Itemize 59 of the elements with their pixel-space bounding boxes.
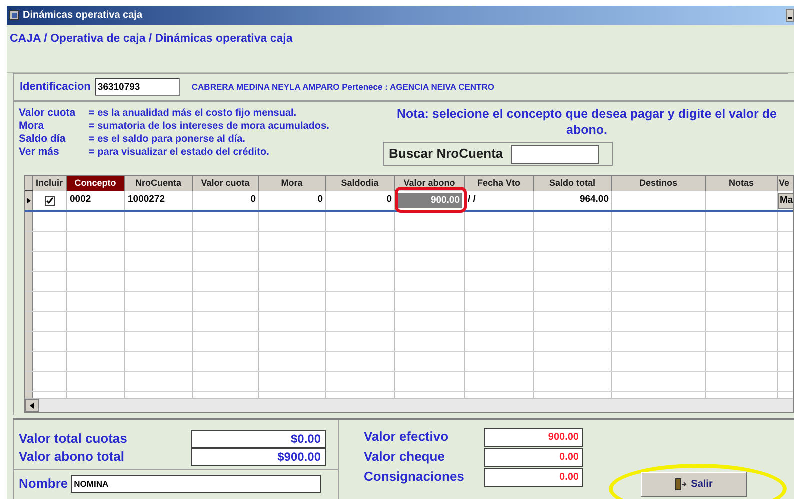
column-header[interactable]: Mora [259, 176, 326, 191]
client-info: CABRERA MEDINA NEYLA AMPARO Pertenece : AGENCIA NEIVA CENTRO [192, 80, 494, 94]
column-header[interactable]: Fecha Vto [465, 176, 534, 191]
legend-definition: = es la anualidad más el costo fijo mensual. [89, 107, 297, 121]
grid-cell-text: 0 [318, 193, 323, 208]
identification-field[interactable]: 36310793 [94, 78, 180, 96]
view-more-button[interactable]: Ma [778, 192, 793, 208]
minimize-button[interactable] [786, 9, 794, 22]
grid-cell-text: 964.00 [580, 193, 609, 208]
legend-term: Mora [19, 118, 46, 134]
exit-door-icon [675, 478, 688, 491]
total-label: Valor total cuotas [19, 430, 128, 448]
payment-label: Consignaciones [364, 468, 466, 486]
legend-term: Valor cuota [19, 106, 77, 121]
column-header[interactable]: Notas [706, 176, 778, 191]
legend-term: Saldo día [19, 132, 67, 147]
left-arrow-icon [30, 402, 34, 408]
column-header[interactable]: Saldo total [534, 176, 612, 191]
payment-field[interactable]: 900.00 [484, 428, 583, 446]
horizontal-scrollbar[interactable] [25, 398, 793, 412]
grid-cell-text: / / [468, 193, 476, 208]
legend-definition: = sumatoria de los intereses de mora acumulados. [89, 120, 330, 134]
grid-cell-text: 0002 [70, 193, 92, 208]
scroll-left-button[interactable] [25, 399, 39, 412]
column-header[interactable]: Saldodia [326, 176, 395, 191]
column-header[interactable]: Incluir [33, 176, 67, 191]
column-header[interactable]: Valor cuota [193, 176, 259, 191]
grid-cell-text: 0 [386, 193, 392, 208]
payment-label: Valor cheque [364, 448, 446, 466]
grid-cell-text: 0 [250, 193, 256, 208]
legend-definition: = para visualizar el estado del crédito. [89, 146, 270, 160]
note-text: abono. [566, 122, 608, 138]
note-text: Nota: selecione el concepto que desea pagar y digite el valor de [397, 106, 777, 122]
payment-field[interactable]: 0.00 [484, 468, 583, 486]
window-app-icon [9, 10, 20, 21]
total-value: $900.00 [191, 448, 326, 466]
search-label: Buscar NroCuenta [389, 145, 504, 164]
column-header[interactable]: Destinos [612, 176, 706, 191]
name-field[interactable]: NOMINA [71, 474, 322, 493]
legend-definition: = es el saldo para ponerse al día. [89, 133, 246, 147]
row-selector[interactable] [25, 191, 33, 210]
total-label: Valor abono total [19, 448, 126, 466]
highlight-annotation [395, 187, 467, 213]
breadcrumb: CAJA / Operativa de caja / Dinámicas operativa caja [10, 33, 293, 45]
grid-cell-field[interactable]: 900.00 [397, 193, 462, 208]
payment-field[interactable]: 0.00 [484, 448, 583, 466]
total-value: $0.00 [191, 430, 326, 448]
payment-label: Valor efectivo [364, 428, 450, 446]
column-header[interactable]: Concepto [67, 176, 125, 191]
column-header[interactable]: Ve [778, 176, 793, 191]
name-label: Nombre [19, 475, 68, 493]
identification-label: Identificacion [20, 80, 91, 95]
grid-cell-text: 1000272 [128, 193, 165, 208]
column-header[interactable]: NroCuenta [125, 176, 193, 191]
exit-button[interactable]: Salir [641, 472, 747, 497]
window-title: Dinámicas operativa caja [23, 9, 143, 23]
search-field[interactable] [511, 144, 600, 164]
include-checkbox[interactable] [44, 196, 54, 206]
legend-term: Ver más [19, 144, 60, 160]
